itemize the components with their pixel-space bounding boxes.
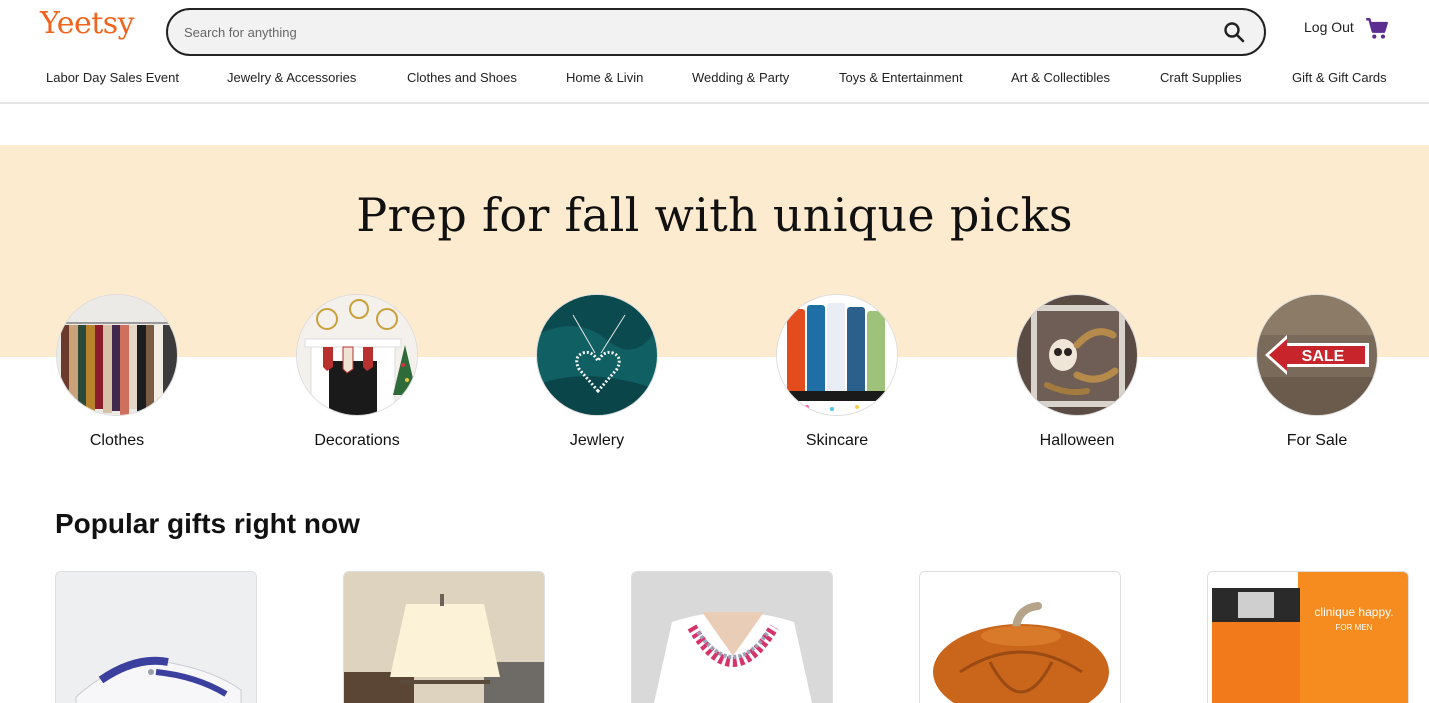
section-title: Popular gifts right now	[55, 508, 360, 539]
nav-art[interactable]: Art & Collectibles	[1011, 70, 1110, 85]
decorations-image	[296, 294, 418, 416]
nav-home[interactable]: Home & Livin	[566, 70, 643, 85]
site-header: Yeetsy Log Out Labor Day Sales Event Jew…	[0, 0, 1429, 104]
product-card-pumpkin-pot[interactable]	[919, 571, 1121, 703]
nav-labor-day[interactable]: Labor Day Sales Event	[46, 70, 179, 85]
nav-jewelry[interactable]: Jewelry & Accessories	[227, 70, 356, 85]
category-label: Skincare	[805, 432, 869, 449]
nav-craft[interactable]: Craft Supplies	[1160, 70, 1242, 85]
category-label: Clothes	[89, 432, 145, 449]
category-circle-jewlery[interactable]: Jewlery	[536, 294, 658, 449]
jewelry-image	[536, 294, 658, 416]
category-label: Halloween	[1039, 432, 1115, 449]
category-label: Decorations	[314, 432, 400, 449]
product-box-sub: FOR MEN	[1336, 623, 1373, 632]
site-logo[interactable]: Yeetsy	[40, 6, 135, 41]
product-box-brand: clinique happy.	[1314, 605, 1393, 619]
nav-gift-cards[interactable]: Gift & Gift Cards	[1292, 70, 1387, 85]
category-circle-for-sale[interactable]: SALE For Sale	[1256, 294, 1378, 449]
clothes-image	[56, 294, 178, 416]
product-card-necklace[interactable]	[631, 571, 833, 703]
sale-sign-image: SALE	[1256, 294, 1378, 416]
halloween-image	[1016, 294, 1138, 416]
nav-toys[interactable]: Toys & Entertainment	[839, 70, 963, 85]
search-input[interactable]	[184, 10, 1184, 54]
nav-clothes-shoes[interactable]: Clothes and Shoes	[407, 70, 517, 85]
nav-wedding[interactable]: Wedding & Party	[692, 70, 789, 85]
skincare-image	[776, 294, 898, 416]
category-label: For Sale	[1286, 432, 1348, 449]
search-icon[interactable]	[1222, 20, 1246, 44]
product-card-sneaker[interactable]	[55, 571, 257, 703]
product-card-clinique-happy[interactable]: clinique happy. FOR MEN	[1207, 571, 1409, 703]
category-nav: Labor Day Sales Event Jewelry & Accessor…	[0, 70, 1429, 90]
logout-link[interactable]: Log Out	[1304, 19, 1354, 35]
hero-title: Prep for fall with unique picks	[356, 188, 1073, 242]
category-label: Jewlery	[569, 432, 625, 449]
product-card-wall-lamp[interactable]	[343, 571, 545, 703]
category-circle-skincare[interactable]: Skincare	[776, 294, 898, 449]
search-bar	[166, 8, 1266, 56]
svg-text:SALE: SALE	[1302, 348, 1345, 365]
cart-icon[interactable]	[1364, 16, 1390, 42]
category-circle-decorations[interactable]: Decorations	[296, 294, 418, 449]
category-circle-halloween[interactable]: Halloween	[1016, 294, 1138, 449]
category-circle-clothes[interactable]: Clothes	[56, 294, 178, 449]
hero-banner	[0, 145, 1429, 357]
